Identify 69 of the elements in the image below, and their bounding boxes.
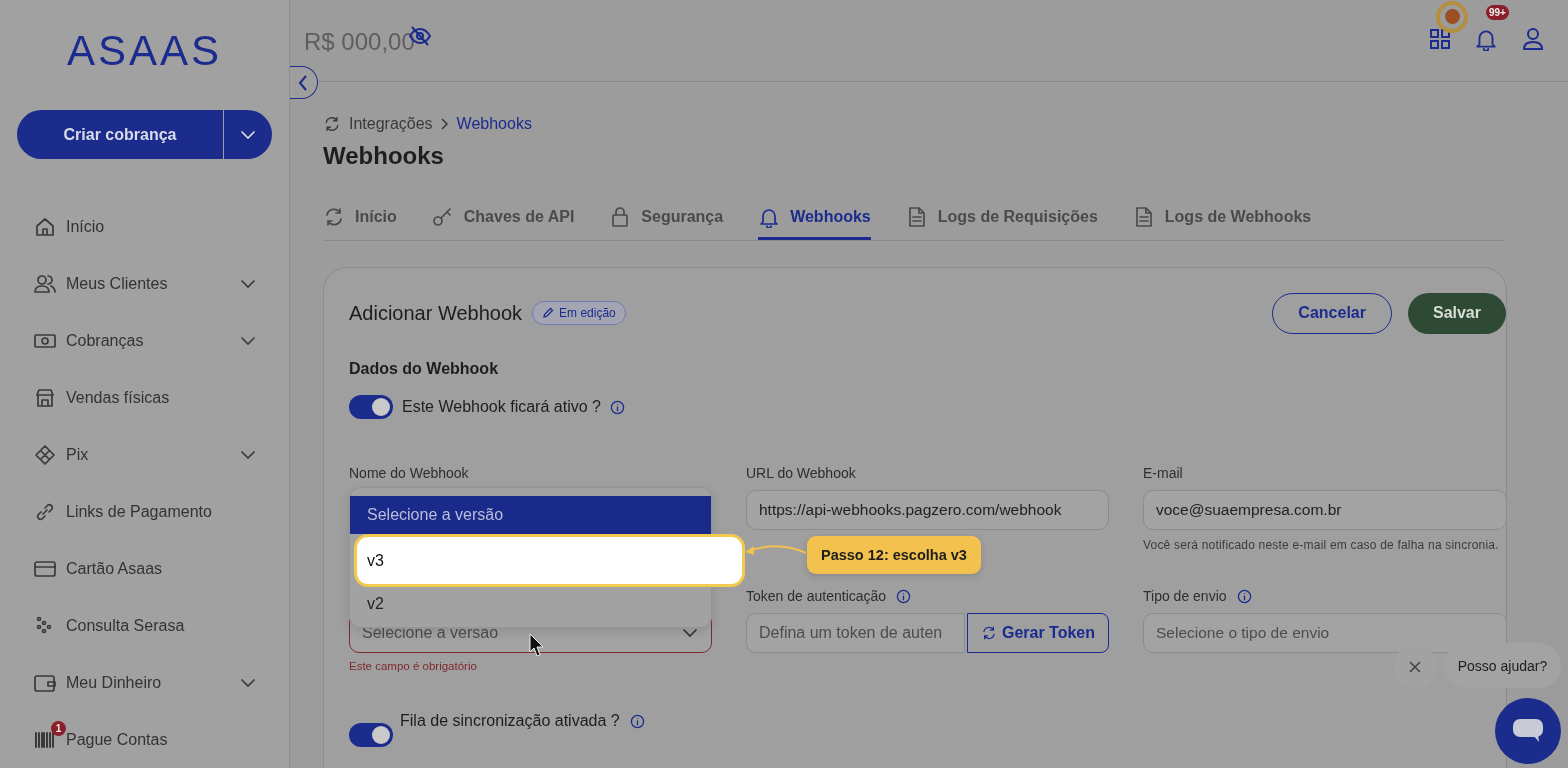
refresh-icon [323,115,341,133]
sidebar-item[interactable]: Cartão Asaas [66,559,255,578]
error-message: Este campo é obrigatório [349,660,478,672]
generate-token-button[interactable]: Gerar Token [967,613,1109,653]
sidebar-item[interactable]: Consulta Serasa [66,616,255,635]
close-icon [1409,661,1421,673]
token-field[interactable]: Defina um token de auten [746,613,965,653]
balance-amount: R$ 000,00 [304,27,415,56]
sidebar-item[interactable]: Meus Clientes [66,275,231,294]
mouse-pointer-icon [529,633,545,657]
tab[interactable]: Início [323,196,397,240]
toggle-switch[interactable] [349,723,393,747]
collapse-button[interactable] [290,66,318,99]
chevron-down-icon [241,130,255,139]
sidebar-item[interactable]: Cobranças [66,332,231,351]
field-label: E-mail [1143,465,1183,481]
input-field[interactable]: Selecione o tipo de envio [1143,613,1507,653]
toggle-switch[interactable] [349,395,393,419]
user-icon[interactable] [1522,26,1544,51]
notification-badge: 99+ [1486,4,1509,20]
refresh-icon [980,625,997,641]
chevron-right-icon [440,118,449,130]
count-badge: 1 [51,721,66,737]
save-button[interactable]: Salvar [1407,292,1506,334]
page-title: Webhooks [323,142,445,170]
status-badge: Em edição [532,301,626,325]
sidebar-item[interactable]: Links de Pagamento [66,502,255,521]
input-field[interactable]: voce@suaempresa.com.br [1143,490,1507,530]
field-label: URL do Webhook [746,465,856,481]
tutorial-tooltip: Passo 12: escolha v3 [807,536,981,574]
dropdown-option[interactable]: Selecione a versão [350,496,711,534]
card-title: Adicionar Webhook [349,301,523,325]
toggle-label: Fila de sincronização ativada ? [400,712,620,730]
sidebar-item[interactable]: Vendas físicas [66,389,255,408]
diamond-icon [34,444,56,467]
logo: ASAAS [66,26,223,76]
create-charge-button[interactable]: Criar cobrança [17,110,223,160]
tab[interactable]: Logs de Requisições [905,196,1098,240]
pencil-icon [542,307,555,319]
tab[interactable]: Chaves de API [431,196,575,240]
field-label: Nome do Webhook [349,465,469,481]
dropdown-option[interactable]: v3 [354,534,745,587]
toggle-label: Este Webhook ficará ativo ? [402,398,601,416]
refresh-icon [323,205,345,228]
grid-icon[interactable] [1430,28,1450,49]
storefront-icon [34,387,56,410]
sidebar-item[interactable]: Pix [66,446,231,465]
sidebar-item[interactable]: Pague Contas [66,730,255,749]
key-icon [431,205,454,228]
helper-text: Você será notificado neste e-mail em caso de falha na sincronia. [1143,537,1500,554]
tab[interactable]: Logs de Webhooks [1132,196,1312,240]
breadcrumb-current: Webhooks [456,115,532,133]
people-icon [34,273,56,296]
chevron-left-icon [298,74,308,91]
record-indicator-icon [1436,0,1468,33]
field-label: Tipo de envio [1143,588,1227,604]
field-label: Token de autenticação [746,588,887,604]
chevron-down-icon [683,629,697,637]
chat-bubble-icon [1513,719,1543,743]
breadcrumb-link[interactable]: Integrações [349,115,433,133]
section-title: Dados do Webhook [349,360,500,378]
chat-prompt: Posso ajudar? [1444,643,1561,688]
sidebar-item[interactable]: Início [66,218,255,237]
sidebar-item[interactable]: Meu Dinheiro [66,673,231,692]
house-icon [34,216,56,239]
dropdown-button[interactable] [224,110,272,160]
input-field[interactable]: https://api-webhooks.pagzero.com/webhook [746,490,1109,530]
tab[interactable]: Webhooks [758,196,871,240]
tab[interactable]: Segurança [609,196,724,240]
